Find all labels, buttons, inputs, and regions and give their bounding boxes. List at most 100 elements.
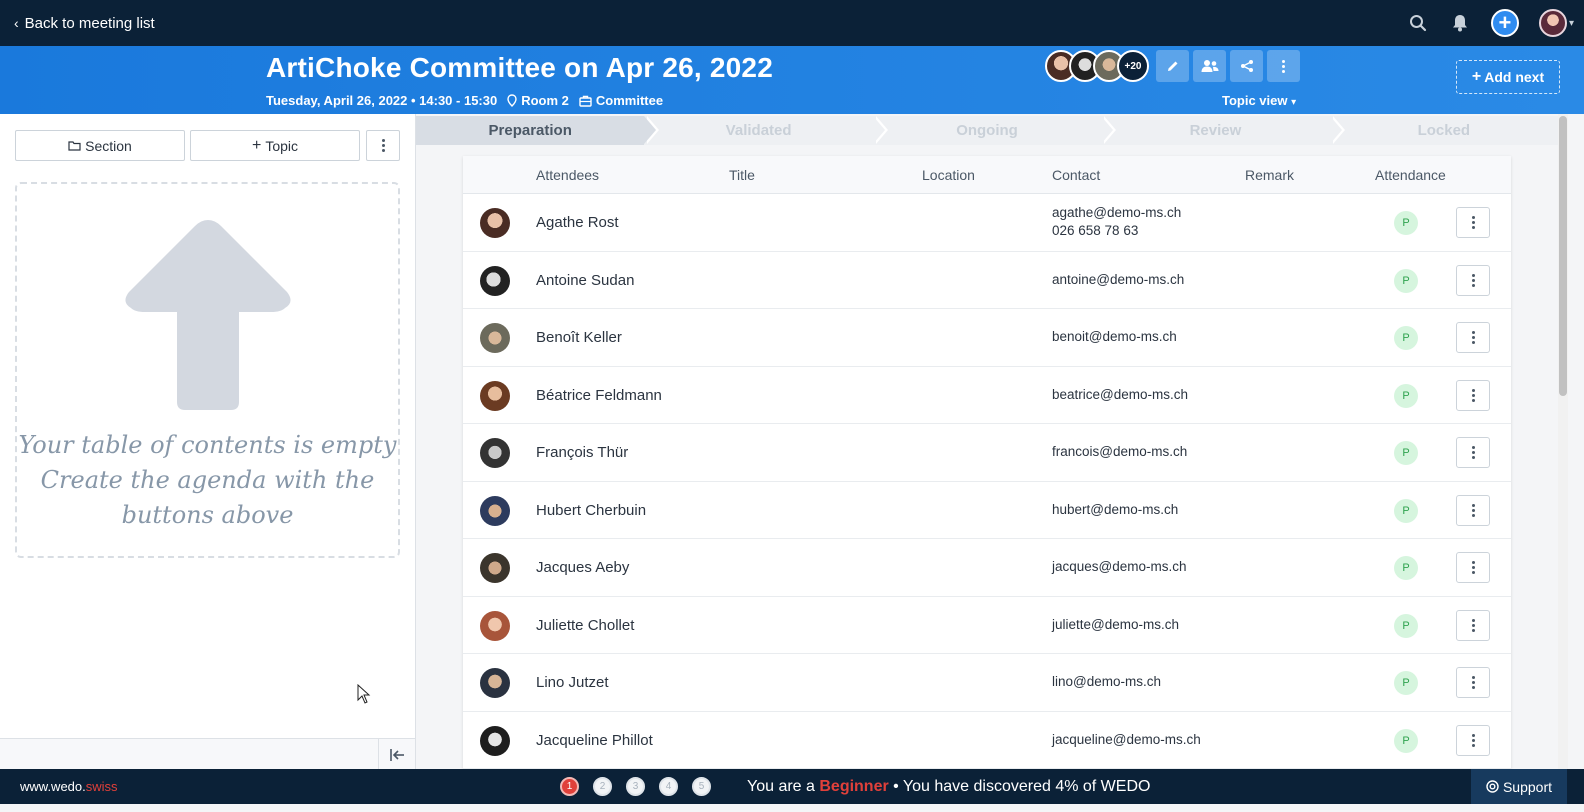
attendance-badge[interactable]: P — [1394, 383, 1418, 408]
add-topic-button[interactable]: + Topic — [190, 130, 360, 161]
search-icon[interactable] — [1407, 12, 1429, 34]
row-actions-button[interactable] — [1456, 494, 1490, 526]
row-actions-button[interactable] — [1456, 667, 1490, 698]
bell-icon[interactable] — [1449, 12, 1471, 34]
user-menu[interactable]: ▾ — [1538, 9, 1574, 37]
more-options-button[interactable] — [1267, 50, 1300, 82]
table-row[interactable]: Lino Jutzet lino@demo-ms.ch P — [463, 654, 1511, 712]
support-button[interactable]: Support — [1471, 769, 1567, 804]
table-row[interactable]: Benoît Keller benoit@demo-ms.ch P — [463, 309, 1511, 367]
avatar — [480, 725, 510, 756]
attendee-email[interactable]: beatrice@demo-ms.ch — [1052, 386, 1188, 404]
table-row[interactable]: Jacques Aeby jacques@demo-ms.ch P — [463, 539, 1511, 597]
attendee-email[interactable]: benoit@demo-ms.ch — [1052, 328, 1177, 346]
table-row[interactable]: François Thür francois@demo-ms.ch P — [463, 424, 1511, 482]
kebab-icon — [1471, 733, 1475, 747]
add-section-button[interactable]: Section — [15, 130, 185, 161]
attendee-contact: juliette@demo-ms.ch — [1052, 616, 1179, 634]
attendee-email[interactable]: juliette@demo-ms.ch — [1052, 616, 1179, 634]
table-row[interactable]: Hubert Cherbuin hubert@demo-ms.ch P — [463, 482, 1511, 539]
level-4-indicator[interactable]: 4 — [659, 777, 678, 796]
lifebuoy-icon — [1486, 780, 1499, 793]
attendance-badge[interactable]: P — [1394, 728, 1418, 753]
column-header-attendees[interactable]: Attendees — [536, 167, 599, 183]
row-actions-button[interactable] — [1456, 724, 1490, 756]
attendee-name: Agathe Rost — [536, 214, 619, 231]
room-label: Room 2 — [521, 93, 569, 108]
attendee-email[interactable]: jacqueline@demo-ms.ch — [1052, 731, 1201, 749]
avatar — [480, 265, 510, 296]
table-row[interactable]: Jacqueline Phillot jacqueline@demo-ms.ch… — [463, 712, 1511, 769]
attendee-email[interactable]: francois@demo-ms.ch — [1052, 443, 1187, 461]
meeting-group[interactable]: Committee — [579, 93, 663, 108]
step-validated[interactable]: Validated — [644, 116, 889, 145]
site-domain: www.wedo. — [20, 779, 86, 794]
row-actions-button[interactable] — [1456, 437, 1490, 468]
attendee-phone[interactable]: 026 658 78 63 — [1052, 222, 1181, 240]
kebab-icon — [1282, 59, 1285, 73]
level-1-indicator[interactable]: 1 — [560, 777, 579, 796]
level-2-indicator[interactable]: 2 — [593, 777, 612, 796]
back-to-meeting-list-link[interactable]: ‹ Back to meeting list — [14, 15, 155, 32]
row-actions-button[interactable] — [1456, 379, 1490, 411]
meeting-room[interactable]: Room 2 — [507, 93, 569, 108]
attendance-badge[interactable]: P — [1394, 556, 1418, 580]
users-icon — [1201, 60, 1218, 72]
attendance-badge[interactable]: P — [1394, 268, 1418, 293]
level-5-indicator[interactable]: 5 — [692, 777, 711, 796]
attendance-badge[interactable]: P — [1394, 498, 1418, 523]
row-actions-button[interactable] — [1456, 207, 1490, 238]
step-review[interactable]: Review — [1101, 116, 1346, 145]
row-actions-button[interactable] — [1456, 322, 1490, 353]
attendee-email[interactable]: hubert@demo-ms.ch — [1052, 501, 1178, 519]
attendee-email[interactable]: agathe@demo-ms.ch — [1052, 204, 1181, 222]
folder-icon — [68, 141, 81, 151]
column-header-contact[interactable]: Contact — [1052, 167, 1100, 183]
share-button[interactable] — [1230, 50, 1263, 82]
attendee-email[interactable]: jacques@demo-ms.ch — [1052, 558, 1187, 576]
attendance-badge[interactable]: P — [1394, 211, 1418, 235]
row-actions-button[interactable] — [1456, 264, 1490, 296]
step-locked[interactable]: Locked — [1329, 116, 1559, 145]
level-3-indicator[interactable]: 3 — [626, 777, 645, 796]
kebab-icon — [381, 139, 385, 152]
manage-attendees-button[interactable] — [1193, 50, 1226, 82]
section-button-label: Section — [85, 137, 132, 154]
site-link[interactable]: www.wedo.swiss — [20, 779, 118, 794]
avatar — [480, 610, 510, 641]
attendee-email[interactable]: lino@demo-ms.ch — [1052, 673, 1161, 691]
attendance-badge[interactable]: P — [1394, 613, 1418, 638]
support-label: Support — [1502, 778, 1553, 795]
column-header-title[interactable]: Title — [729, 167, 755, 183]
avatar — [480, 553, 510, 583]
table-row[interactable]: Béatrice Feldmann beatrice@demo-ms.ch P — [463, 367, 1511, 424]
header-actions — [1156, 50, 1300, 82]
attendance-badge[interactable]: P — [1394, 441, 1418, 465]
create-plus-button[interactable]: + — [1490, 9, 1519, 37]
column-header-location[interactable]: Location — [922, 167, 975, 183]
table-row[interactable]: Antoine Sudan antoine@demo-ms.ch P — [463, 252, 1511, 309]
kebab-icon — [1471, 216, 1475, 229]
attendance-badge[interactable]: P — [1394, 671, 1418, 695]
main-scrollbar[interactable] — [1558, 114, 1568, 769]
table-row[interactable]: Juliette Chollet juliette@demo-ms.ch P — [463, 597, 1511, 654]
edit-button[interactable] — [1156, 50, 1189, 82]
attendee-email[interactable]: antoine@demo-ms.ch — [1052, 271, 1184, 289]
page-title: ArtiChoke Committee on Apr 26, 2022 — [266, 52, 773, 83]
row-actions-button[interactable] — [1456, 609, 1490, 641]
attendee-avatars[interactable]: +20 — [1045, 50, 1149, 82]
row-actions-button[interactable] — [1456, 552, 1490, 583]
kebab-icon — [1471, 561, 1475, 574]
agenda-more-button[interactable] — [366, 130, 400, 161]
collapse-panel-button[interactable] — [378, 739, 415, 770]
step-ongoing[interactable]: Ongoing — [872, 116, 1117, 145]
topic-view-dropdown[interactable]: Topic view ▾ — [1222, 93, 1296, 108]
add-next-button[interactable]: + Add next — [1456, 60, 1560, 94]
table-row[interactable]: Agathe Rost agathe@demo-ms.ch 026 658 78… — [463, 194, 1511, 252]
scrollbar-thumb[interactable] — [1559, 116, 1567, 396]
column-header-attendance[interactable]: Attendance — [1375, 167, 1446, 183]
column-header-remark[interactable]: Remark — [1245, 167, 1294, 183]
attendance-badge[interactable]: P — [1394, 326, 1418, 350]
progress-suffix: • You have discovered 4% of WEDO — [888, 778, 1151, 795]
step-preparation[interactable]: Preparation — [416, 116, 660, 145]
